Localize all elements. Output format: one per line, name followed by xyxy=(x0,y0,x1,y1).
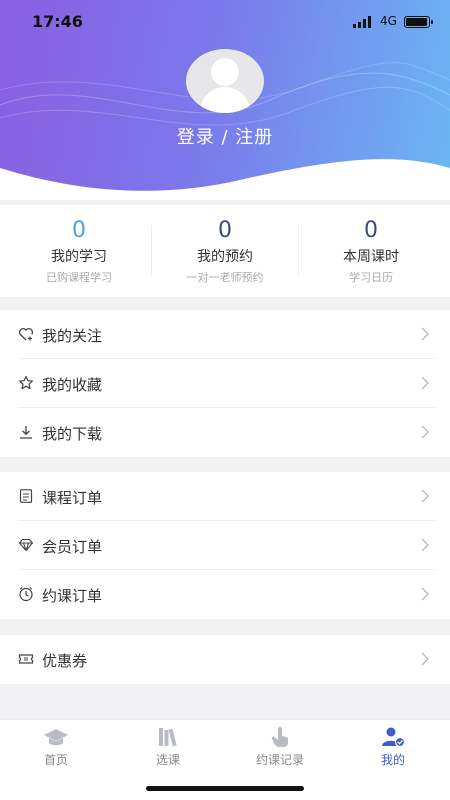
stat-my-learning[interactable]: 0 我的学习 已购课程学习 xyxy=(4,217,154,285)
menu-group-personal: 我的关注 我的收藏 我的下载 xyxy=(0,310,450,457)
avatar-head-shape xyxy=(211,58,239,86)
menu-label: 我的下载 xyxy=(42,425,103,443)
home-indicator xyxy=(146,786,304,791)
chevron-right-icon xyxy=(421,587,429,601)
menu-item-member-orders[interactable]: 会员订单 xyxy=(0,521,450,570)
graduation-cap-icon xyxy=(44,729,68,746)
document-list-icon xyxy=(19,489,33,503)
stat-subtitle: 一对一老师预约 xyxy=(186,271,264,284)
status-bar: 17:46 4G xyxy=(0,12,450,34)
ticket-icon xyxy=(18,654,34,664)
stat-weekly-hours[interactable]: 0 本周课时 学习日历 xyxy=(296,217,446,285)
status-time: 17:46 xyxy=(32,12,83,31)
tab-label: 我的 xyxy=(380,753,405,767)
menu-label: 约课订单 xyxy=(42,587,103,605)
stat-value: 0 xyxy=(364,218,378,243)
tab-label: 约课记录 xyxy=(255,753,304,767)
heart-plus-icon xyxy=(18,327,34,341)
star-icon xyxy=(19,375,33,390)
stat-title: 我的学习 xyxy=(51,249,107,265)
battery-icon xyxy=(404,16,433,28)
stat-value: 0 xyxy=(218,218,232,243)
menu-label: 优惠券 xyxy=(42,652,88,670)
menu-item-course-orders[interactable]: 课程订单 xyxy=(0,472,450,521)
tab-label: 选课 xyxy=(155,753,180,767)
chevron-right-icon xyxy=(421,327,429,341)
menu-label: 课程订单 xyxy=(42,489,103,507)
avatar[interactable] xyxy=(186,49,264,113)
diamond-icon xyxy=(18,538,34,552)
stats-panel: 0 我的学习 已购课程学习 0 我的预约 一对一老师预约 0 本周课时 学习日历 xyxy=(0,205,450,297)
tab-booking-records[interactable]: 约课记录 xyxy=(224,726,336,768)
chevron-right-icon xyxy=(421,425,429,439)
menu-item-downloads[interactable]: 我的下载 xyxy=(0,408,450,457)
profile-header: 17:46 4G 登录 / 注册 xyxy=(0,0,450,200)
menu-group-coupons: 优惠券 xyxy=(0,635,450,684)
stat-subtitle: 已购课程学习 xyxy=(46,271,112,284)
clock-icon xyxy=(19,587,33,602)
avatar-body-shape xyxy=(200,87,250,113)
signal-icon xyxy=(353,16,371,28)
network-label: 4G xyxy=(380,14,397,28)
menu-group-orders: 课程订单 会员订单 约课订单 xyxy=(0,472,450,619)
login-register-link[interactable]: 登录 / 注册 xyxy=(0,123,450,149)
menu-item-follow[interactable]: 我的关注 xyxy=(0,310,450,359)
tab-label: 首页 xyxy=(43,753,68,767)
download-icon xyxy=(20,426,32,439)
chevron-right-icon xyxy=(421,376,429,390)
tab-home[interactable]: 首页 xyxy=(0,726,112,768)
stat-title: 本周课时 xyxy=(343,249,399,265)
stat-my-booking[interactable]: 0 我的预约 一对一老师预约 xyxy=(150,217,300,285)
stat-subtitle: 学习日历 xyxy=(349,271,393,284)
books-icon xyxy=(159,728,177,747)
chevron-right-icon xyxy=(421,489,429,503)
menu-item-favorites[interactable]: 我的收藏 xyxy=(0,359,450,408)
chevron-right-icon xyxy=(421,652,429,666)
chevron-right-icon xyxy=(421,538,429,552)
tab-mine[interactable]: 我的 xyxy=(337,726,449,768)
menu-label: 会员订单 xyxy=(42,538,103,556)
menu-label: 我的收藏 xyxy=(42,376,103,394)
user-check-icon xyxy=(382,727,406,748)
stat-value: 0 xyxy=(72,218,86,243)
menu-item-coupons[interactable]: 优惠券 xyxy=(0,635,450,684)
tab-course-select[interactable]: 选课 xyxy=(112,726,224,768)
hand-pointer-icon xyxy=(271,727,288,747)
menu-label: 我的关注 xyxy=(42,327,103,345)
menu-item-booking-orders[interactable]: 约课订单 xyxy=(0,570,450,619)
stat-title: 我的预约 xyxy=(197,249,253,265)
